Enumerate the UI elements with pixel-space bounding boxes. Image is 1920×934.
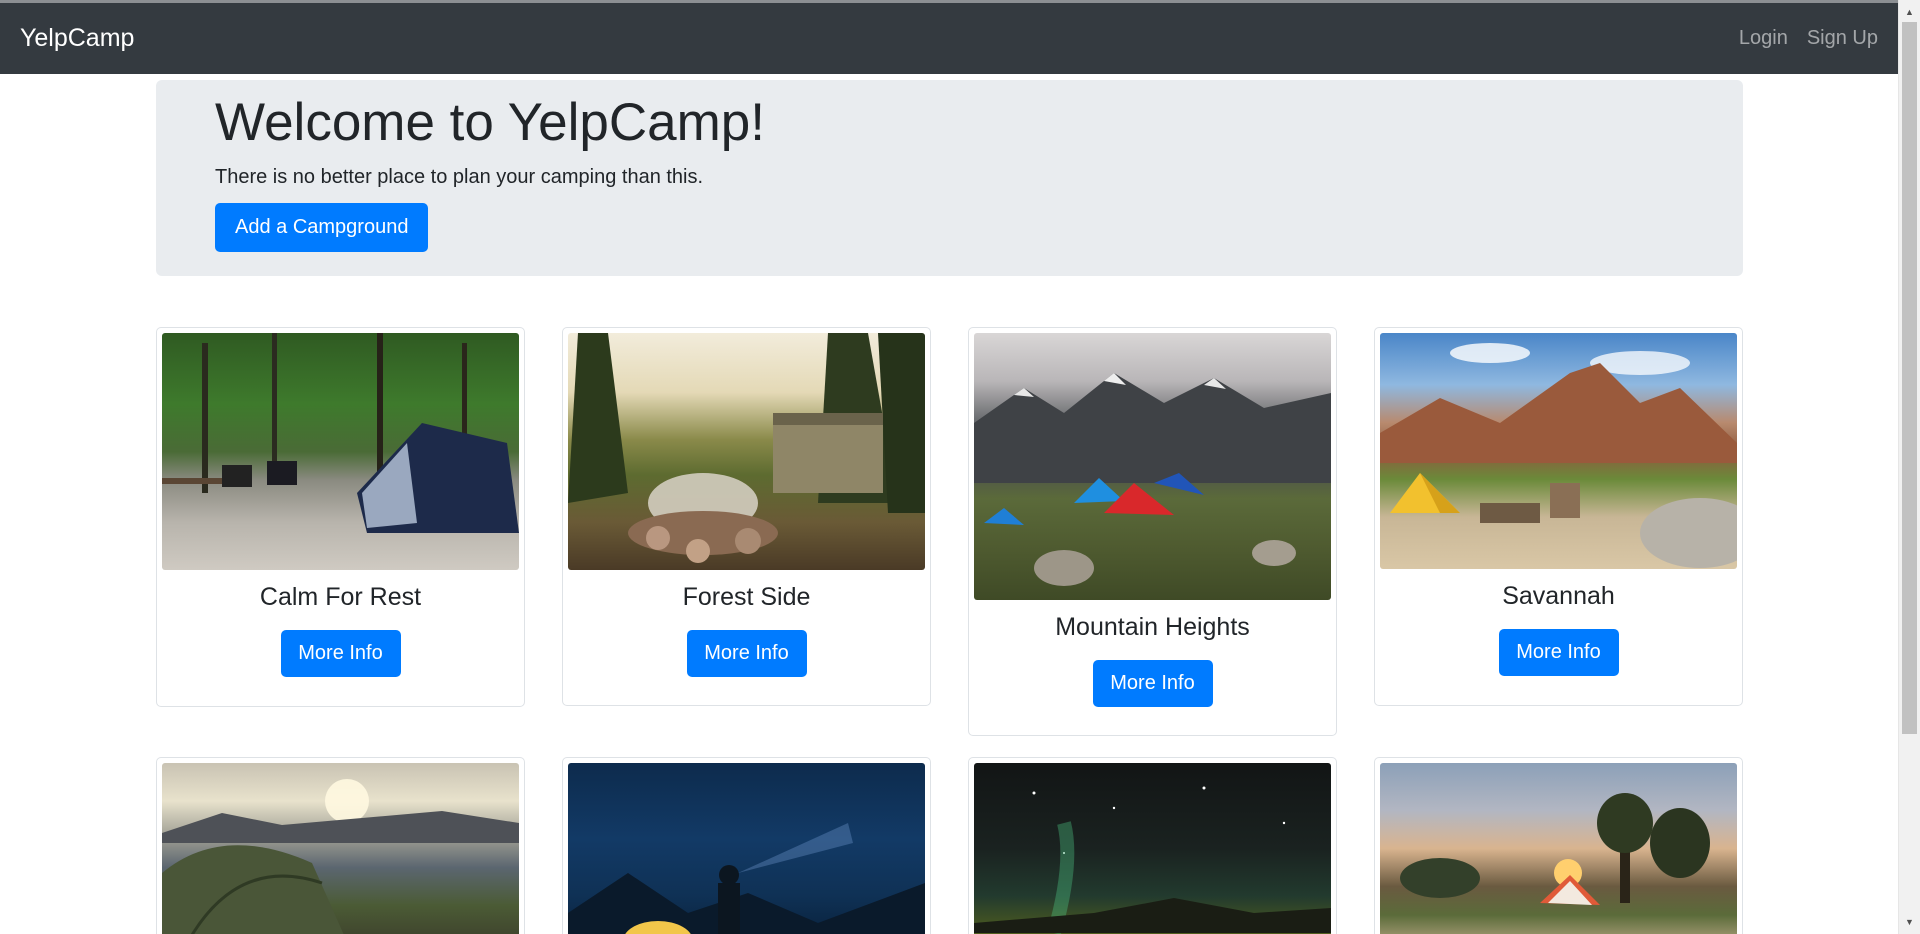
- jumbotron: Welcome to YelpCamp! There is no better …: [156, 80, 1743, 276]
- campground-image: [162, 763, 519, 934]
- more-info-button[interactable]: More Info: [280, 630, 401, 677]
- campground-card: [562, 757, 931, 934]
- campground-name: Savannah: [1502, 582, 1615, 610]
- more-info-button[interactable]: More Info: [1092, 660, 1213, 707]
- campground-card: Forest Side More Info: [562, 327, 931, 706]
- lake-tent-illustration: [162, 779, 519, 934]
- mountain-tents-illustration: [974, 373, 1331, 586]
- page-subtitle: There is no better place to plan your ca…: [215, 165, 704, 188]
- campground-image: [974, 763, 1331, 934]
- campground-image: [1380, 333, 1737, 569]
- campground-card: [1374, 757, 1743, 934]
- tent-illustration: [162, 333, 519, 533]
- campground-name: Calm For Rest: [259, 583, 422, 611]
- campfire-illustration: [568, 333, 925, 563]
- savannah-tent-illustration: [1380, 343, 1737, 568]
- campground-card: Calm For Rest More Info: [156, 327, 525, 707]
- campground-image: [974, 333, 1331, 600]
- campground-name: Forest Side: [682, 583, 811, 611]
- campground-name: Mountain Heights: [1055, 613, 1250, 641]
- campground-image: [1380, 763, 1737, 934]
- campground-image: [162, 333, 519, 570]
- campground-card: Mountain Heights More Info: [968, 327, 1337, 736]
- scroll-down-arrow-icon[interactable]: ▼: [1899, 914, 1920, 930]
- campground-card: [968, 757, 1337, 934]
- sunset-tent-illustration: [1400, 793, 1710, 905]
- aurora-illustration: [974, 786, 1331, 934]
- signup-link[interactable]: Sign Up: [1807, 27, 1878, 50]
- campground-card: [156, 757, 525, 934]
- night-hiker-illustration: [568, 823, 925, 934]
- navbar-brand[interactable]: YelpCamp: [20, 24, 134, 53]
- page-title: Welcome to YelpCamp!: [215, 93, 765, 152]
- navbar-links: Login Sign Up: [1739, 27, 1878, 50]
- vertical-scrollbar[interactable]: ▲ ▼: [1898, 0, 1920, 934]
- campground-card: Savannah More Info: [1374, 327, 1743, 706]
- campground-image: [568, 763, 925, 934]
- campground-image: [568, 333, 925, 570]
- add-campground-button[interactable]: Add a Campground: [215, 202, 429, 252]
- login-link[interactable]: Login: [1739, 27, 1788, 50]
- more-info-button[interactable]: More Info: [686, 630, 807, 677]
- navbar: YelpCamp Login Sign Up: [0, 3, 1898, 74]
- scroll-up-arrow-icon[interactable]: ▲: [1899, 4, 1920, 20]
- scrollbar-thumb[interactable]: [1902, 22, 1917, 734]
- more-info-button[interactable]: More Info: [1498, 629, 1619, 676]
